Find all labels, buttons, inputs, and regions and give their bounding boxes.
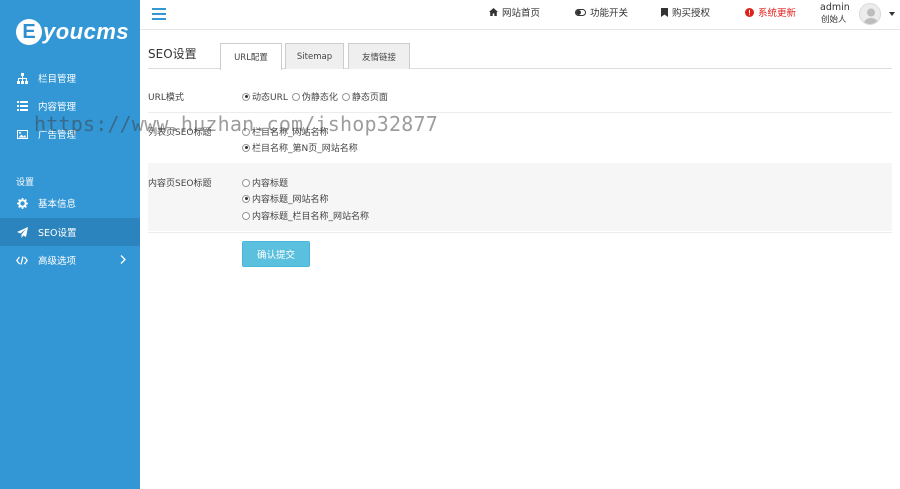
settings-section-label: 设置 [16, 178, 35, 188]
content-seo-title-label: 内容页SEO标题 [148, 179, 212, 189]
radio-button[interactable] [341, 92, 350, 101]
sidebar-item-label: 广告管理 [38, 130, 77, 141]
sidebar-item-columns[interactable]: 栏目管理 [0, 64, 140, 92]
purchase-license-link[interactable]: 购买授权 [661, 5, 710, 19]
url-mode-label: URL模式 [148, 93, 184, 103]
sitemap-icon [16, 72, 28, 84]
sidebar-item-label: 内容管理 [38, 102, 77, 113]
radio-button[interactable] [242, 194, 250, 203]
chevron-right-icon [120, 255, 126, 267]
system-update-link[interactable]: 系统更新 [745, 5, 796, 19]
feature-switch-link[interactable]: 功能开关 [575, 5, 628, 19]
sidebar-item-basic-info[interactable]: 基本信息 [0, 189, 140, 217]
chevron-down-icon[interactable] [889, 12, 895, 16]
form-row-url-mode: URL模式 动态URL 伪静态化 静态页面 [148, 82, 892, 110]
radio-button[interactable] [242, 92, 250, 101]
sidebar-item-advanced[interactable]: 高级选项 [0, 246, 140, 274]
radio-content-option-3[interactable]: 内容标题_栏目名称_网站名称 [242, 209, 369, 222]
radio-dynamic-url[interactable]: 动态URL [242, 90, 288, 103]
radio-button[interactable] [242, 127, 250, 136]
alert-icon [745, 7, 754, 17]
logo-mark: E [16, 19, 42, 45]
sidebar: E youcms 栏目管理 内容管理 广告管理 设置 基本信息 SEO设置 高级… [0, 0, 140, 489]
radio-button[interactable] [242, 143, 250, 152]
image-icon [16, 128, 28, 140]
radio-button[interactable] [242, 178, 250, 187]
list-seo-title-label: 列表页SEO标题 [148, 128, 212, 138]
url-mode-options: 动态URL 伪静态化 静态页面 [242, 90, 392, 103]
home-link[interactable]: 网站首页 [489, 5, 540, 19]
code-icon [16, 254, 28, 266]
gear-icon [16, 197, 28, 209]
sidebar-item-ads[interactable]: 广告管理 [0, 120, 140, 148]
tab-bar: URL配置 Sitemap 友情链接 [148, 43, 892, 70]
tab-url-config[interactable]: URL配置 [220, 43, 282, 70]
user-name: admin [820, 2, 850, 13]
radio-list-option-1[interactable]: 栏目名称_网站名称 [242, 125, 329, 138]
top-bar: 网站首页 功能开关 购买授权 系统更新 admin 创始人 [140, 0, 900, 30]
home-icon [489, 8, 498, 16]
form-row-list-seo-title: 列表页SEO标题 栏目名称_网站名称 栏目名称_第N页_网站名称 [148, 115, 892, 161]
submit-button[interactable]: 确认提交 [242, 241, 310, 267]
list-icon [16, 100, 28, 112]
bookmark-icon [661, 7, 668, 17]
radio-pseudo-static[interactable]: 伪静态化 [291, 90, 338, 103]
radio-static-page[interactable]: 静态页面 [341, 90, 388, 103]
tab-friend-links[interactable]: 友情链接 [348, 43, 410, 69]
radio-button[interactable] [291, 92, 300, 101]
paper-plane-icon [16, 226, 28, 238]
sidebar-item-label: 栏目管理 [38, 74, 77, 85]
tab-sitemap[interactable]: Sitemap [285, 43, 344, 69]
menu-toggle-icon[interactable] [152, 8, 166, 20]
sidebar-item-content[interactable]: 内容管理 [0, 92, 140, 120]
divider [148, 232, 892, 233]
radio-button[interactable] [242, 211, 250, 220]
sidebar-item-label: SEO设置 [38, 228, 77, 239]
form-row-content-seo-title: 内容页SEO标题 内容标题 内容标题_网站名称 内容标题_栏目名称_网站名称 [148, 163, 892, 231]
sidebar-item-seo[interactable]: SEO设置 [0, 218, 140, 246]
sidebar-item-label: 基本信息 [38, 199, 77, 210]
user-role: 创始人 [821, 15, 847, 25]
toggle-icon [575, 8, 586, 16]
sidebar-item-label: 高级选项 [38, 256, 77, 267]
radio-content-option-1[interactable]: 内容标题 [242, 176, 288, 189]
avatar[interactable] [859, 3, 881, 25]
divider [148, 112, 892, 113]
radio-content-option-2[interactable]: 内容标题_网站名称 [242, 192, 329, 205]
logo[interactable]: E youcms [16, 18, 129, 46]
radio-list-option-2[interactable]: 栏目名称_第N页_网站名称 [242, 141, 358, 154]
logo-text: youcms [43, 19, 130, 44]
